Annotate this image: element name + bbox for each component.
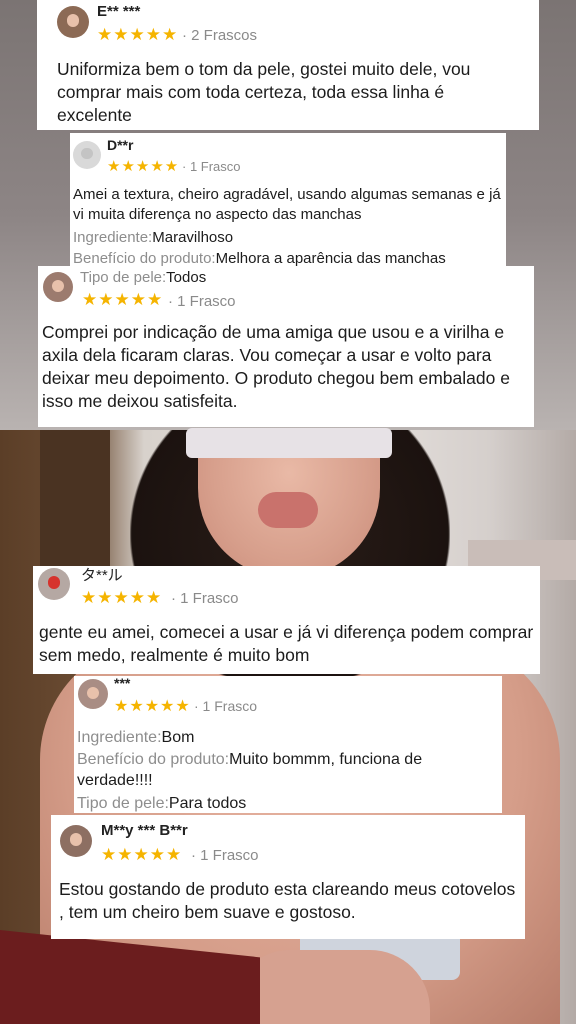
review-card: *** ★★★★★ · 1 Frasco Ingrediente:Bom Ben… <box>74 675 502 814</box>
reviewer-avatar <box>73 141 101 169</box>
person-belly <box>230 950 430 1024</box>
rating-stars: ★★★★★ <box>82 290 164 309</box>
benefit-label: Benefício do produto: <box>77 751 230 768</box>
review-text: Amei a textura, cheiro agradável, usando… <box>73 186 501 223</box>
rating-stars: ★★★★★ <box>101 845 183 864</box>
review-card: M**y *** B**r ★★★★★ · 1 Frasco Estou gos… <box>51 815 525 939</box>
review-text: Estou gostando de produto esta clareando… <box>59 879 516 923</box>
ingredient-value: Maravilhoso <box>152 229 234 246</box>
reviewer-avatar <box>57 6 89 38</box>
background-door <box>40 430 110 580</box>
reviewer-name: E** *** <box>97 3 141 20</box>
ingredient-field: Ingrediente:Bom <box>77 727 194 748</box>
skin-type-field: Tipo de pele:Todos <box>80 268 206 288</box>
rating-stars: ★★★★★ <box>81 588 163 607</box>
reviewer-avatar <box>43 272 73 302</box>
purchase-quantity: · 1 Frasco <box>168 293 236 310</box>
review-card: Tipo de pele:Todos ★★★★★ · 1 Frasco Comp… <box>38 266 534 427</box>
review-text: Comprei por indicação de uma amiga que u… <box>42 322 510 412</box>
skin-type-field: Tipo de pele:Para todos <box>77 793 246 814</box>
reviewer-name: M**y *** B**r <box>101 822 188 839</box>
skin-type-value: Todos <box>166 269 207 286</box>
skin-type-label: Tipo de pele: <box>77 795 169 812</box>
skin-type-label: Tipo de pele: <box>80 269 167 286</box>
purchase-quantity: · 1 Frasco <box>191 847 259 864</box>
purchase-quantity: · 1 Frasco <box>171 590 239 607</box>
review-card: タ**ル ★★★★★ · 1 Frasco gente eu amei, com… <box>33 566 540 674</box>
purchase-quantity: · 1 Frasco <box>194 698 258 714</box>
ingredient-value: Bom <box>161 729 195 746</box>
person-headband <box>186 428 392 458</box>
review-text: Uniformiza bem o tom da pele, gostei mui… <box>57 59 471 126</box>
review-card: D**r ★★★★★ · 1 Frasco Amei a textura, ch… <box>70 133 506 268</box>
review-card: E** *** ★★★★★ · 2 Frascos Uniformiza bem… <box>37 0 539 130</box>
purchase-quantity: · 1 Frasco <box>182 159 241 174</box>
benefit-field: Benefício do produto:Muito bommm, funcio… <box>77 749 487 791</box>
person-lips <box>258 492 318 528</box>
ingredient-label: Ingrediente: <box>77 729 162 746</box>
reviewer-avatar <box>60 825 92 857</box>
rating-stars: ★★★★★ <box>107 158 180 175</box>
purchase-quantity: · 2 Frascos <box>182 27 258 44</box>
ingredient-field: Ingrediente:Maravilhoso <box>73 228 233 248</box>
reviewer-avatar <box>38 568 70 600</box>
reviewer-avatar <box>78 679 108 709</box>
reviewer-name: タ**ル <box>81 567 123 584</box>
ingredient-label: Ingrediente: <box>73 229 153 246</box>
benefit-label: Benefício do produto: <box>73 250 216 267</box>
benefit-value: Melhora a aparência das manchas <box>215 250 446 267</box>
reviewer-name: D**r <box>107 137 134 153</box>
rating-stars: ★★★★★ <box>114 698 191 715</box>
reviewer-name: *** <box>114 675 131 691</box>
rating-stars: ★★★★★ <box>97 25 179 44</box>
review-text: gente eu amei, comecei a usar e já vi di… <box>39 622 534 666</box>
skin-type-value: Para todos <box>168 795 247 812</box>
